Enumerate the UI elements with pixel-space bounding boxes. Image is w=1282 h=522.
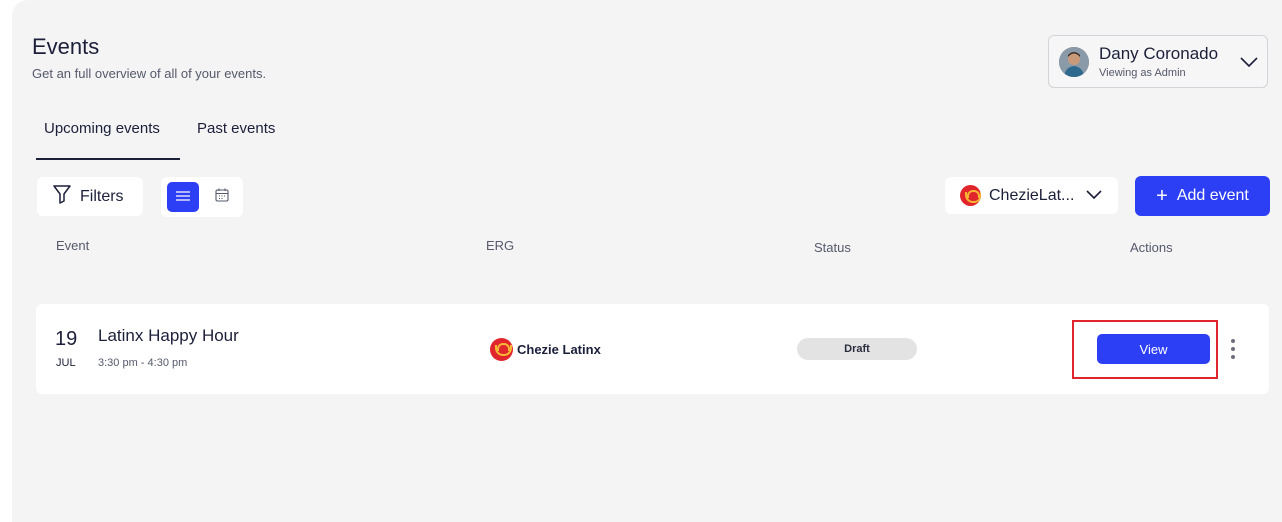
- column-header-erg: ERG: [486, 238, 515, 253]
- erg-logo-icon: [490, 338, 513, 361]
- active-tab-indicator: [36, 158, 180, 160]
- erg-logo-icon: [960, 185, 981, 206]
- erg-select-label: ChezieLat...: [989, 186, 1075, 204]
- event-time: 3:30 pm - 4:30 pm: [98, 357, 188, 369]
- user-name: Dany Coronado: [1099, 44, 1219, 63]
- more-options-icon[interactable]: [1225, 336, 1241, 362]
- filter-icon: [53, 184, 71, 209]
- column-header-status: Status: [814, 240, 851, 255]
- filters-label: Filters: [80, 187, 124, 205]
- erg-select[interactable]: ChezieLat...: [945, 177, 1118, 214]
- filters-button[interactable]: Filters: [37, 177, 143, 216]
- event-erg: Chezie Latinx: [490, 338, 601, 361]
- table-row: 19 JUL Latinx Happy Hour 3:30 pm - 4:30 …: [36, 304, 1269, 394]
- user-role: Viewing as Admin: [1099, 67, 1186, 79]
- add-event-button[interactable]: + Add event: [1135, 176, 1270, 216]
- column-header-event: Event: [56, 238, 90, 253]
- plus-icon: +: [1156, 185, 1168, 207]
- erg-name: Chezie Latinx: [517, 342, 601, 357]
- user-switcher[interactable]: Dany Coronado Viewing as Admin: [1048, 35, 1268, 88]
- status-badge: Draft: [797, 338, 917, 360]
- chevron-down-icon: [1086, 187, 1102, 205]
- tab-upcoming-events[interactable]: Upcoming events: [44, 120, 160, 137]
- event-day: 19: [55, 328, 78, 350]
- page-title: Events: [32, 34, 100, 59]
- event-title: Latinx Happy Hour: [98, 326, 239, 345]
- view-mode-toggle: [161, 177, 243, 217]
- list-icon: [176, 188, 190, 206]
- event-month: JUL: [56, 357, 76, 369]
- main-content: Events Get an full overview of all of yo…: [12, 0, 1282, 522]
- calendar-icon: [215, 188, 229, 207]
- calendar-view-button[interactable]: [207, 182, 237, 212]
- page-subtitle: Get an full overview of all of your even…: [32, 66, 267, 81]
- view-button[interactable]: View: [1097, 334, 1210, 364]
- add-event-label: Add event: [1176, 187, 1249, 204]
- avatar: [1059, 47, 1089, 77]
- tab-past-events[interactable]: Past events: [197, 120, 275, 137]
- column-header-actions: Actions: [1130, 240, 1173, 255]
- list-view-button[interactable]: [167, 182, 199, 212]
- chevron-down-icon: [1239, 54, 1259, 70]
